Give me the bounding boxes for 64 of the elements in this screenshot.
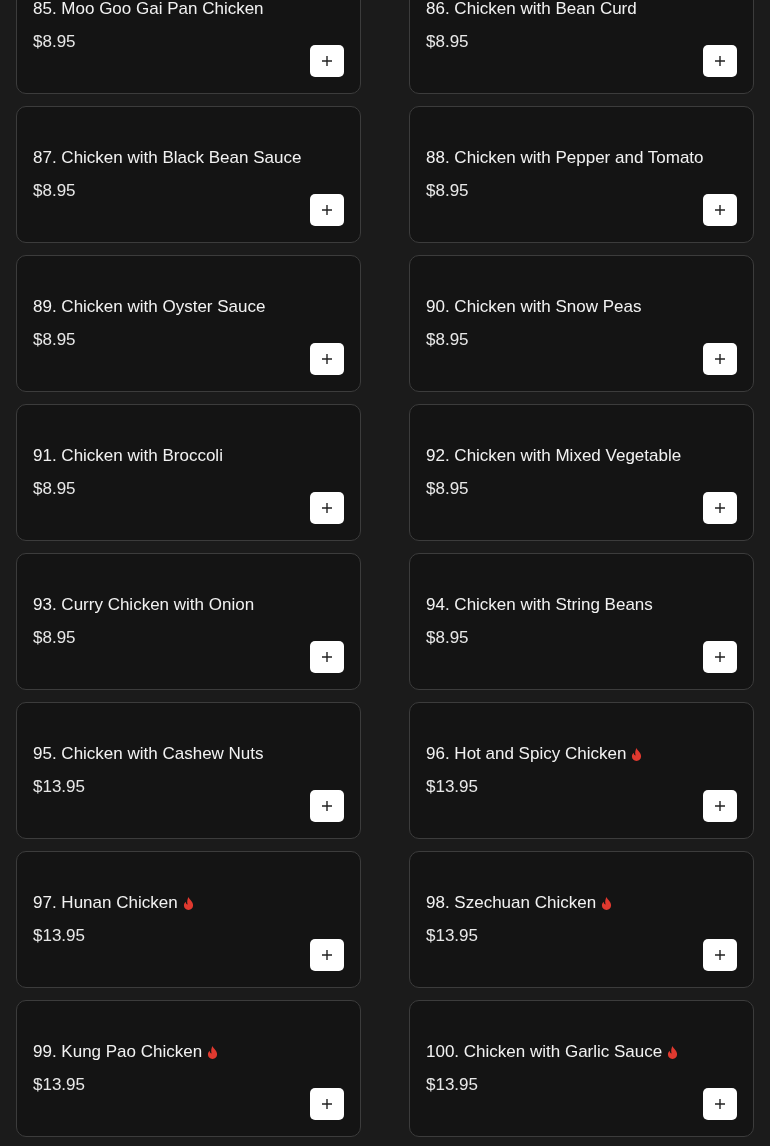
dish-name: 87. Chicken with Black Bean Sauce xyxy=(33,148,302,168)
add-button[interactable] xyxy=(310,790,344,822)
dish-name: 89. Chicken with Oyster Sauce xyxy=(33,297,266,317)
dish-price: $8.95 xyxy=(426,181,470,201)
add-button[interactable] xyxy=(310,641,344,673)
dish-name: 97. Hunan Chicken xyxy=(33,893,178,913)
dish-name: 91. Chicken with Broccoli xyxy=(33,446,223,466)
dish-name: 96. Hot and Spicy Chicken xyxy=(426,744,627,764)
dish-name: 99. Kung Pao Chicken xyxy=(33,1042,203,1062)
plus-icon xyxy=(715,56,725,66)
dish-name: 92. Chicken with Mixed Vegetable xyxy=(426,446,682,466)
add-button[interactable] xyxy=(310,45,344,77)
add-button[interactable] xyxy=(310,1088,344,1120)
dish-name: 95. Chicken with Cashew Nuts xyxy=(33,744,264,764)
add-button[interactable] xyxy=(703,194,737,226)
add-button[interactable] xyxy=(703,641,737,673)
dish-price: $8.95 xyxy=(426,479,470,499)
plus-icon xyxy=(715,1099,725,1109)
dish-price: $13.95 xyxy=(33,777,86,797)
dish-price: $13.95 xyxy=(33,926,86,946)
plus-icon xyxy=(322,950,332,960)
add-button[interactable] xyxy=(703,939,737,971)
plus-icon xyxy=(715,950,725,960)
dish-price: $8.95 xyxy=(426,330,470,350)
plus-icon xyxy=(322,1099,332,1109)
plus-icon xyxy=(715,652,725,662)
dish-price: $8.95 xyxy=(33,181,77,201)
add-button[interactable] xyxy=(703,343,737,375)
plus-icon xyxy=(322,354,332,364)
add-button[interactable] xyxy=(703,1088,737,1120)
plus-icon xyxy=(715,801,725,811)
add-button[interactable] xyxy=(310,492,344,524)
add-button[interactable] xyxy=(310,194,344,226)
dish-price: $8.95 xyxy=(33,32,77,52)
dish-name: 85. Moo Goo Gai Pan Chicken xyxy=(33,0,264,19)
plus-icon xyxy=(322,503,332,513)
plus-icon xyxy=(322,652,332,662)
dish-price: $13.95 xyxy=(33,1075,86,1095)
plus-icon xyxy=(322,205,332,215)
plus-icon xyxy=(322,56,332,66)
dish-name: 88. Chicken with Pepper and Tomato xyxy=(426,148,704,168)
add-button[interactable] xyxy=(703,45,737,77)
dish-name: 94. Chicken with String Beans xyxy=(426,595,653,615)
dish-price: $13.95 xyxy=(426,777,479,797)
add-button[interactable] xyxy=(703,790,737,822)
add-button[interactable] xyxy=(310,939,344,971)
plus-icon xyxy=(715,354,725,364)
add-button[interactable] xyxy=(703,492,737,524)
dish-price: $8.95 xyxy=(33,479,77,499)
dish-price: $13.95 xyxy=(426,926,479,946)
dish-name: 90. Chicken with Snow Peas xyxy=(426,297,642,317)
plus-icon xyxy=(322,801,332,811)
add-button[interactable] xyxy=(310,343,344,375)
dish-name: 98. Szechuan Chicken xyxy=(426,893,597,913)
dish-price: $8.95 xyxy=(426,32,470,52)
dish-name: 93. Curry Chicken with Onion xyxy=(33,595,255,615)
plus-icon xyxy=(715,205,725,215)
dish-price: $8.95 xyxy=(426,628,470,648)
plus-icon xyxy=(715,503,725,513)
dish-price: $8.95 xyxy=(33,330,77,350)
dish-name: 100. Chicken with Garlic Sauce xyxy=(426,1042,663,1062)
dish-price: $13.95 xyxy=(426,1075,479,1095)
dish-price: $8.95 xyxy=(33,628,77,648)
dish-name: 86. Chicken with Bean Curd xyxy=(426,0,637,19)
